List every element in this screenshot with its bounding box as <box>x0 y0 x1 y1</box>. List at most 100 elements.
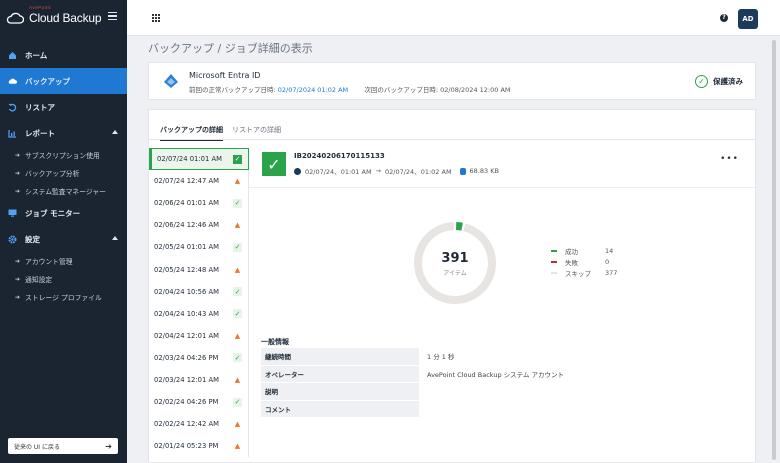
job-datetime: 02/05/24 <box>154 243 185 252</box>
warning-icon: ▲ <box>234 265 241 274</box>
tab-divider <box>149 139 755 140</box>
job-label: 02/04/24 10:43 AM <box>154 310 219 318</box>
job-label: 02/02/24 04:26 PM <box>154 398 218 406</box>
arrow-right-icon: ➔ <box>15 257 21 265</box>
clock-icon <box>294 167 301 175</box>
job-datetime: 02/05/24 <box>154 265 185 274</box>
warning-icon: ▲ <box>234 221 241 230</box>
job-datetime: 02/02/24 <box>154 420 185 429</box>
job-list-item[interactable]: 02/07/24 01:01 AM ✓ <box>149 148 249 171</box>
job-datetime: 02/01/24 <box>154 442 185 451</box>
chevron-up-icon[interactable] <box>112 130 118 134</box>
job-id: IB20240206170115133 <box>294 152 385 160</box>
job-time: 12:42 AM <box>186 420 219 429</box>
sidebar-subitem-storage[interactable]: ➔ ストレージ プロファイル <box>0 288 127 306</box>
job-label: 02/04/24 12:01 AM <box>154 332 219 340</box>
general-info-table: 継続時間 1 分 1 秒 オペレーター AvePoint Cloud Backup … <box>261 348 726 418</box>
job-list-item[interactable]: 02/02/24 12:42 AM ▲ <box>149 413 249 436</box>
arrow-right-icon: ➔ <box>15 275 21 283</box>
donut-total-label: アイテム <box>443 270 467 277</box>
job-time: 12:01 AM <box>186 331 219 340</box>
job-time: 04:26 PM <box>186 353 219 362</box>
sidebar-subitem-audit[interactable]: ➔ システム監査マネージャー <box>0 182 127 200</box>
job-label: 02/03/24 12:01 AM <box>154 376 219 384</box>
job-datetime: 02/02/24 <box>154 398 185 407</box>
job-datetime: 02/06/24 <box>154 221 185 230</box>
job-datetime: 02/07/24 <box>154 177 185 186</box>
job-datetime: 02/03/24 <box>154 375 185 384</box>
job-list-item[interactable]: 02/05/24 12:48 AM ▲ <box>149 258 249 281</box>
info-row-duration: 継続時間 1 分 1 秒 <box>261 348 726 366</box>
job-label: 02/05/24 01:01 AM <box>154 243 219 251</box>
monitor-icon <box>8 209 17 218</box>
sidebar-subitem-notification[interactable]: ➔ 通知設定 <box>0 270 127 288</box>
job-label: 02/06/24 01:01 AM <box>154 199 219 207</box>
job-datetime: 02/04/24 <box>154 331 185 340</box>
page-scrollbar[interactable] <box>772 36 777 463</box>
sidebar-item-job-monitor[interactable]: ジョブ モニター <box>0 200 127 226</box>
success-check-icon: ✓ <box>262 152 286 176</box>
job-list-item[interactable]: 02/06/24 01:01 AM ✓ <box>149 192 249 215</box>
legend-value: 14 <box>605 246 614 255</box>
scrollbar-thumb[interactable] <box>772 40 776 460</box>
info-key: コメント <box>261 400 419 417</box>
job-label: 02/04/24 10:56 AM <box>154 288 219 296</box>
job-datetime: 02/04/24 <box>154 309 185 318</box>
success-icon: ✓ <box>233 198 242 208</box>
job-time: 01:01 AM <box>186 199 219 208</box>
success-icon: ✓ <box>233 287 242 297</box>
sidebar-subitem-subscription[interactable]: ➔ サブスクリプション使用 <box>0 146 127 164</box>
detail-divider <box>249 187 755 188</box>
job-list-item[interactable]: 02/04/24 10:43 AM ✓ <box>149 302 249 325</box>
job-list-item[interactable]: 02/03/24 04:26 PM ✓ <box>149 346 249 369</box>
legend-swatch <box>551 271 557 274</box>
legend-swatch <box>551 249 557 252</box>
chevron-up-icon[interactable] <box>112 236 118 240</box>
return-old-ui-label: 従来の UI に戻る <box>14 443 60 451</box>
job-time: 12:01 AM <box>186 375 219 384</box>
legend-label: 失敗 <box>565 258 578 267</box>
job-datetime: 02/04/24 <box>154 287 185 296</box>
sidebar-item-label: レポート <box>25 128 55 138</box>
sidebar-item-settings[interactable]: 設定 <box>0 226 127 252</box>
job-list-item[interactable]: 02/01/24 05:23 PM ▲ <box>149 435 249 458</box>
job-list-item[interactable]: 02/02/24 04:26 PM ✓ <box>149 391 249 414</box>
sidebar-item-label: ジョブ モニター <box>25 208 81 218</box>
job-time: 10:56 AM <box>186 287 219 296</box>
job-time: 04:26 PM <box>186 398 219 407</box>
return-old-ui-button[interactable]: 従来の UI に戻る ➔ <box>8 438 118 454</box>
job-time: 01:01 AM <box>189 155 222 164</box>
success-icon: ✓ <box>233 397 242 407</box>
chart-legend: 成功 14 失敗 0 スキップ 377 <box>551 245 617 278</box>
arrow-right-icon: ➔ <box>15 187 21 195</box>
info-key: オペレーター <box>261 365 419 382</box>
sidebar-item-report[interactable]: レポート <box>0 120 127 146</box>
arrow-right-icon: ➔ <box>105 441 112 451</box>
sidebar-subitem-backup-analysis[interactable]: ➔ バックアップ分析 <box>0 164 127 182</box>
avatar[interactable]: AD <box>738 9 758 29</box>
gear-icon <box>8 235 17 244</box>
job-list-item[interactable]: 02/05/24 01:01 AM ✓ <box>149 236 249 259</box>
help-icon[interactable]: ? <box>720 14 728 22</box>
job-time: 05:23 PM <box>186 442 219 451</box>
job-list-item[interactable]: 02/03/24 12:01 AM ▲ <box>149 368 249 392</box>
job-list-item[interactable]: 02/04/24 10:56 AM ✓ <box>149 280 249 303</box>
arrow-right-icon: → <box>375 167 381 175</box>
legend-label: スキップ <box>565 269 591 278</box>
job-list-item[interactable]: 02/07/24 12:47 AM ▲ <box>149 170 249 193</box>
donut-slice-0[interactable] <box>455 222 463 231</box>
job-time: 12:46 AM <box>186 221 219 230</box>
job-times: 02/07/24、01:01 AM → 02/07/24、01:02 AM 68… <box>294 166 499 176</box>
job-label: 02/06/24 12:46 AM <box>154 221 219 229</box>
job-list-item[interactable]: 02/04/24 12:01 AM ▲ <box>149 324 249 347</box>
legend-value: 0 <box>605 257 610 266</box>
job-label: 02/03/24 04:26 PM <box>154 354 218 362</box>
database-icon <box>459 167 466 175</box>
chart-icon <box>8 129 17 138</box>
legend-item: 成功 14 <box>551 245 617 256</box>
job-list-item[interactable]: 02/06/24 12:46 AM ▲ <box>149 214 249 237</box>
arrow-right-icon: ➔ <box>15 293 21 301</box>
check-circle-icon: ✓ <box>695 75 708 88</box>
more-options-icon[interactable]: ••• <box>720 154 739 164</box>
sidebar-subitem-account[interactable]: ➔ アカウント管理 <box>0 252 127 270</box>
